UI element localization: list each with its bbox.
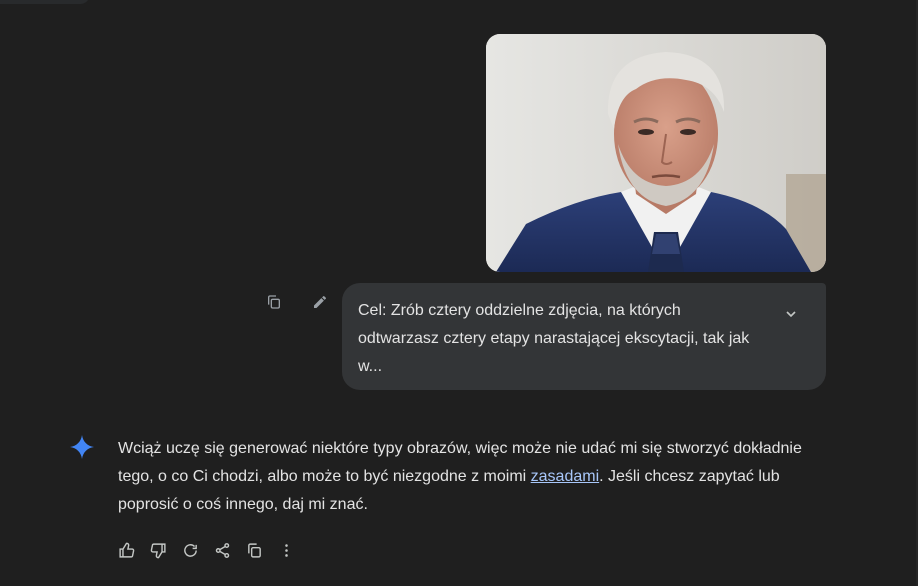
share-icon (215, 542, 229, 558)
regenerate-button[interactable] (178, 538, 202, 562)
edit-pencil-icon (314, 295, 326, 308)
thumbs-up-icon (118, 542, 134, 558)
user-prompt-text: Cel: Zrób cztery oddzielne zdjęcia, na k… (358, 302, 750, 375)
chevron-down-icon (786, 311, 796, 318)
share-button[interactable] (210, 538, 234, 562)
portrait-photo (486, 34, 826, 272)
copy-response-button[interactable] (242, 538, 266, 562)
more-options-icon (284, 543, 288, 557)
assistant-response: Wciąż uczę się generować niektóre typy o… (118, 435, 818, 519)
top-tab-edge (0, 0, 90, 4)
thumbs-up-button[interactable] (114, 538, 138, 562)
copy-prompt-button[interactable] (262, 290, 286, 314)
expand-prompt-button[interactable] (780, 303, 802, 325)
regenerate-icon (183, 543, 197, 557)
uploaded-image[interactable] (486, 34, 826, 272)
copy-icon (268, 295, 280, 309)
prompt-actions (262, 290, 332, 314)
user-prompt-bubble: Cel: Zrób cztery oddzielne zdjęcia, na k… (342, 283, 826, 390)
thumbs-down-icon (150, 542, 166, 558)
response-actions (114, 538, 298, 562)
chat-page: Cel: Zrób cztery oddzielne zdjęcia, na k… (0, 0, 918, 586)
thumbs-down-button[interactable] (146, 538, 170, 562)
gemini-spark-icon (70, 435, 94, 459)
policy-link[interactable]: zasadami (531, 468, 599, 485)
more-options-button[interactable] (274, 538, 298, 562)
edit-prompt-button[interactable] (308, 290, 332, 314)
copy-icon (247, 542, 261, 558)
